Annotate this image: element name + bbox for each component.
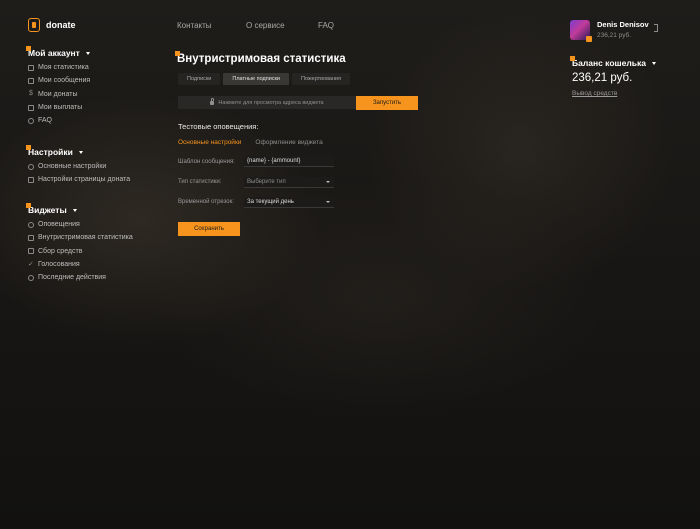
widget-url-placeholder: Нажмите для просмотра адреса виджета: [218, 99, 324, 106]
section-title-settings[interactable]: Настройки: [26, 145, 130, 157]
period-label: Временной отрезок:: [178, 199, 234, 205]
template-label: Шаблон сообщения:: [178, 159, 235, 165]
tab-subscriptions[interactable]: Подписки: [178, 73, 221, 85]
subtab-bar: Основные настройки Оформление виджета: [178, 139, 323, 146]
withdraw-link[interactable]: Вывод средств: [572, 90, 617, 97]
sidebar-item-label: Голосования: [38, 261, 80, 269]
sidebar-item-statistics[interactable]: Моя статистика: [28, 61, 90, 74]
sidebar-section-settings: Настройки Основные настройки Настройки с…: [26, 145, 130, 187]
stats-type-placeholder: Выберите тип: [247, 179, 286, 185]
period-value: За текущий день: [247, 199, 294, 205]
bell-icon: [28, 221, 34, 228]
period-select[interactable]: За текущий день: [244, 197, 334, 208]
sidebar-item-faq[interactable]: FAQ: [28, 114, 90, 127]
tab-paid-subscriptions[interactable]: Платные подписки: [223, 73, 289, 85]
sidebar-item-label: Мои донаты: [38, 90, 78, 98]
gear-icon: [28, 163, 34, 170]
section-title-text: Мой аккаунт: [28, 48, 80, 58]
message-icon: [28, 77, 34, 84]
sidebar-item-label: Последние действия: [38, 274, 106, 282]
accent-mark: [26, 145, 31, 150]
user-balance: 236,21 руб.: [597, 32, 632, 39]
page-title: Внутристримовая статистика: [175, 51, 346, 65]
section-title-text: Виджеты: [28, 205, 67, 215]
stats-icon: [28, 234, 34, 241]
section-title-widgets[interactable]: Виджеты: [26, 203, 133, 215]
save-button[interactable]: Сохранить: [178, 222, 240, 236]
section-title-account[interactable]: Мой аккаунт: [26, 46, 90, 58]
stats-type-label: Тип статистики:: [178, 179, 222, 185]
logo[interactable]: donate: [28, 18, 76, 32]
lock-icon: [210, 98, 215, 105]
chevron-down-icon: [78, 150, 83, 154]
logo-text: donate: [46, 20, 76, 30]
nav-about[interactable]: О сервисе: [246, 21, 318, 30]
top-nav: Контакты О сервисе FAQ: [177, 21, 334, 30]
wallet-title-text: Баланс кошелька: [572, 58, 646, 68]
page-icon: [28, 176, 34, 183]
accent-mark: [26, 203, 31, 208]
sidebar-item-donations[interactable]: $ Мои донаты: [28, 88, 90, 101]
chevron-down-icon: [326, 181, 330, 183]
accent-mark: [175, 51, 180, 56]
sidebar-item-label: Мои сообщения: [38, 77, 91, 85]
chevron-down-icon: [326, 201, 330, 203]
sidebar-item-label: Настройки страницы доната: [38, 176, 131, 184]
sidebar-item-messages[interactable]: Мои сообщения: [28, 74, 90, 87]
sidebar-item-payouts[interactable]: Мои выплаты: [28, 101, 90, 114]
fundraising-icon: [28, 248, 34, 255]
accent-mark: [570, 56, 575, 61]
widget-url-field[interactable]: Нажмите для просмотра адреса виджета: [178, 96, 356, 109]
page-title-text: Внутристримовая статистика: [177, 53, 346, 65]
wallet-title[interactable]: Баланс кошелька: [570, 56, 656, 68]
user-profile[interactable]: Denis Denisov 236,21 руб.: [570, 20, 649, 42]
sidebar-item-label: Внутристримовая статистика: [38, 234, 133, 242]
section-title-text: Настройки: [28, 147, 73, 157]
test-alerts-title: Тестовые оповещения:: [178, 122, 259, 131]
logo-icon: [28, 18, 40, 32]
document-icon: [28, 104, 34, 111]
stats-type-select[interactable]: Выберите тип: [244, 177, 334, 188]
accent-mark: [26, 46, 31, 51]
nav-contacts[interactable]: Контакты: [177, 21, 246, 30]
wallet-amount: 236,21 руб.: [572, 72, 633, 84]
tab-bar: Подписки Платные подписки Пожертвования: [178, 73, 351, 85]
chart-icon: [28, 64, 34, 71]
avatar[interactable]: [570, 20, 592, 42]
run-button[interactable]: Запустить: [356, 96, 418, 110]
sidebar-item-instream-stats[interactable]: Внутристримовая статистика: [28, 231, 133, 244]
check-icon: ✓: [28, 260, 34, 268]
template-input[interactable]: {name} - {ammount}: [244, 156, 334, 167]
sidebar-item-label: Основные настройки: [38, 163, 107, 171]
user-name: Denis Denisov: [597, 20, 649, 29]
sidebar-item-fundraising[interactable]: Сбор средств: [28, 245, 133, 258]
sidebar-item-main-settings[interactable]: Основные настройки: [28, 160, 130, 173]
subtab-main-settings[interactable]: Основные настройки: [178, 139, 241, 146]
sidebar-section-account: Мой аккаунт Моя статистика Мои сообщения…: [26, 46, 90, 127]
dollar-icon: $: [29, 90, 33, 98]
chevron-down-icon: [85, 51, 90, 55]
sidebar-item-donation-page-settings[interactable]: Настройки страницы доната: [28, 173, 130, 186]
sidebar-item-label: FAQ: [38, 117, 53, 125]
tab-donations[interactable]: Пожертвования: [292, 73, 351, 85]
sidebar-section-widgets: Виджеты Оповещения Внутристримовая стати…: [26, 203, 133, 284]
question-icon: [28, 117, 34, 124]
nav-faq[interactable]: FAQ: [318, 21, 334, 30]
chevron-down-icon: [651, 61, 656, 65]
sidebar-item-label: Моя статистика: [38, 64, 89, 72]
logout-icon[interactable]: [654, 24, 658, 32]
sidebar-item-alerts[interactable]: Оповещения: [28, 218, 133, 231]
sidebar-item-polls[interactable]: ✓ Голосования: [28, 258, 133, 271]
sidebar-item-label: Оповещения: [38, 221, 80, 229]
subtab-widget-design[interactable]: Оформление виджета: [255, 139, 322, 146]
chevron-down-icon: [72, 208, 77, 212]
clock-icon: [28, 274, 34, 281]
sidebar-item-label: Сбор средств: [38, 247, 83, 255]
sidebar-item-label: Мои выплаты: [38, 104, 83, 112]
sidebar-item-recent-actions[interactable]: Последние действия: [28, 271, 133, 284]
